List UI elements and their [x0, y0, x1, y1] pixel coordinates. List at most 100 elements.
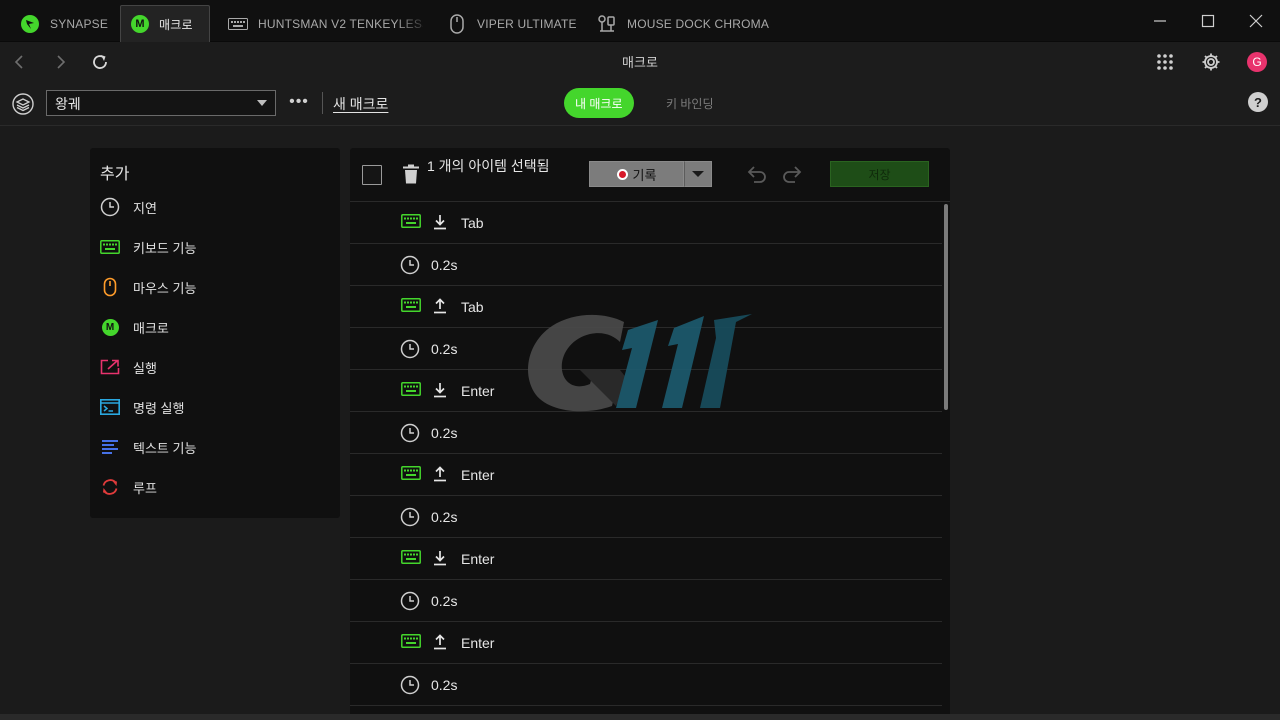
key-up-icon	[433, 466, 449, 484]
macro-toolbar: 왕궤 ••• 새 매크로 내 매크로 키 바인딩 ?	[0, 82, 1280, 126]
tab-mouse-dock[interactable]: MOUSE DOCK CHROMA	[587, 5, 779, 42]
add-launch-item[interactable]: 실행	[100, 356, 157, 378]
tab-label: SYNAPSE	[50, 16, 109, 31]
macro-step-delay-row[interactable]: 0.2s	[350, 412, 942, 454]
maximize-button[interactable]	[1196, 9, 1220, 33]
add-text-item[interactable]: 텍스트 기능	[100, 436, 196, 458]
page-title: 매크로	[622, 55, 658, 70]
keyboard-icon	[401, 550, 421, 568]
macro-step-delay-row[interactable]: 0.2s	[350, 664, 942, 706]
add-panel: 추가 지연 키보드 기능 마우스 기능 M 매크로 실행 명령 실행 텍스트 기…	[90, 148, 340, 518]
add-delay-item[interactable]: 지연	[100, 196, 157, 218]
close-button[interactable]	[1244, 9, 1268, 33]
redo-icon[interactable]	[781, 163, 803, 185]
user-avatar[interactable]: G	[1245, 50, 1269, 74]
more-options-icon[interactable]: •••	[289, 92, 309, 112]
nav-bar: 매크로 G	[0, 42, 1280, 82]
macro-editor-panel: 1 개의 아이템 선택됨 기록 저장 Tab 0.2s Tab 0.2s Enter 0.…	[350, 148, 950, 720]
layers-icon[interactable]	[12, 93, 34, 115]
title-bar: SYNAPSE M 매크로 HUNTSMAN V2 TENKEYLESS VIP…	[0, 0, 1280, 42]
add-mouse-item[interactable]: 마우스 기능	[100, 276, 196, 298]
key-down-icon	[433, 214, 449, 232]
macro-step-key-row[interactable]: Enter	[350, 622, 942, 664]
help-icon[interactable]: ?	[1248, 92, 1268, 112]
tab-label: VIPER ULTIMATE	[477, 16, 577, 31]
macro-step-key-row[interactable]: Tab	[350, 202, 942, 244]
settings-gear-icon[interactable]	[1199, 50, 1223, 74]
delay-label: 0.2s	[431, 257, 458, 273]
macro-badge: M	[101, 318, 119, 336]
add-item-label: 지연	[133, 200, 157, 216]
keyboard-icon	[401, 382, 421, 400]
record-button[interactable]: 기록	[589, 161, 684, 187]
macro-m-icon: M	[131, 15, 149, 33]
delay-label: 0.2s	[431, 677, 458, 693]
macro-profile-select[interactable]: 왕궤	[46, 90, 276, 116]
clock-icon	[400, 675, 420, 695]
terminal-icon	[100, 397, 120, 417]
keyboard-icon	[401, 298, 421, 316]
macro-steps-list: Tab 0.2s Tab 0.2s Enter 0.2s Enter 0.2s Enter 0.2…	[350, 202, 942, 706]
tab-viper-ultimate[interactable]: VIPER ULTIMATE	[437, 5, 587, 42]
tab-key-binding[interactable]: 키 바인딩	[666, 95, 714, 112]
undo-icon[interactable]	[746, 163, 768, 185]
macro-step-key-row[interactable]: Tab	[350, 286, 942, 328]
select-all-checkbox[interactable]	[362, 165, 382, 185]
keyboard-icon	[401, 634, 421, 652]
add-keyboard-item[interactable]: 키보드 기능	[100, 236, 196, 258]
trash-icon[interactable]	[401, 162, 421, 186]
add-macro-item[interactable]: M 매크로	[100, 316, 169, 338]
bottom-edge	[0, 714, 1280, 720]
apps-grid-icon[interactable]	[1153, 50, 1177, 74]
keyboard-icon	[100, 237, 120, 257]
add-item-label: 명령 실행	[133, 400, 185, 416]
add-item-label: 매크로	[133, 320, 169, 336]
macro-step-delay-row[interactable]: 0.2s	[350, 496, 942, 538]
profile-select-value: 왕궤	[55, 96, 81, 112]
add-item-label: 키보드 기능	[133, 240, 197, 256]
chevron-down-icon	[692, 171, 704, 177]
tab-my-macros[interactable]: 내 매크로	[564, 88, 634, 118]
minimize-button[interactable]	[1148, 9, 1172, 33]
key-label: Tab	[461, 215, 484, 231]
macro-step-delay-row[interactable]: 0.2s	[350, 328, 942, 370]
selection-count-text: 1 개의 아이템 선택됨	[427, 158, 550, 174]
save-button[interactable]: 저장	[830, 161, 929, 187]
tab-synapse[interactable]: SYNAPSE	[10, 5, 118, 42]
record-options-dropdown[interactable]	[684, 161, 712, 187]
delay-label: 0.2s	[431, 509, 458, 525]
key-label: Tab	[461, 299, 484, 315]
keyboard-icon	[228, 14, 248, 34]
clock-icon	[400, 423, 420, 443]
macro-step-key-row[interactable]: Enter	[350, 538, 942, 580]
add-run-command-item[interactable]: 명령 실행	[100, 396, 184, 418]
macro-step-delay-row[interactable]: 0.2s	[350, 580, 942, 622]
clock-icon	[400, 339, 420, 359]
mouse-icon	[447, 13, 467, 34]
add-loop-item[interactable]: 루프	[100, 476, 157, 498]
macro-step-delay-row[interactable]: 0.2s	[350, 244, 942, 286]
add-panel-title: 추가	[100, 166, 130, 183]
macro-step-key-row[interactable]: Enter	[350, 454, 942, 496]
key-down-icon	[433, 550, 449, 568]
key-down-icon	[433, 382, 449, 400]
macro-step-key-row[interactable]: Enter	[350, 370, 942, 412]
new-macro-link[interactable]: 새 매크로	[333, 94, 388, 114]
scrollbar-thumb[interactable]	[944, 204, 948, 410]
key-label: Enter	[461, 467, 495, 483]
chevron-down-icon	[257, 100, 267, 106]
add-item-label: 실행	[133, 360, 157, 376]
mouse-icon	[100, 277, 120, 297]
delay-label: 0.2s	[431, 425, 458, 441]
launch-icon	[100, 357, 120, 377]
clock-icon	[400, 255, 420, 275]
tab-label: HUNTSMAN V2 TENKEYLESS	[258, 16, 423, 31]
tab-label: MOUSE DOCK CHROMA	[627, 16, 770, 31]
add-item-label: 마우스 기능	[133, 280, 197, 296]
tab-huntsman[interactable]: HUNTSMAN V2 TENKEYLESS	[218, 5, 423, 42]
record-dot-icon	[616, 168, 628, 180]
key-up-icon	[433, 298, 449, 316]
tab-macro[interactable]: M 매크로	[120, 5, 210, 42]
text-icon	[100, 437, 120, 457]
key-label: Enter	[461, 551, 495, 567]
